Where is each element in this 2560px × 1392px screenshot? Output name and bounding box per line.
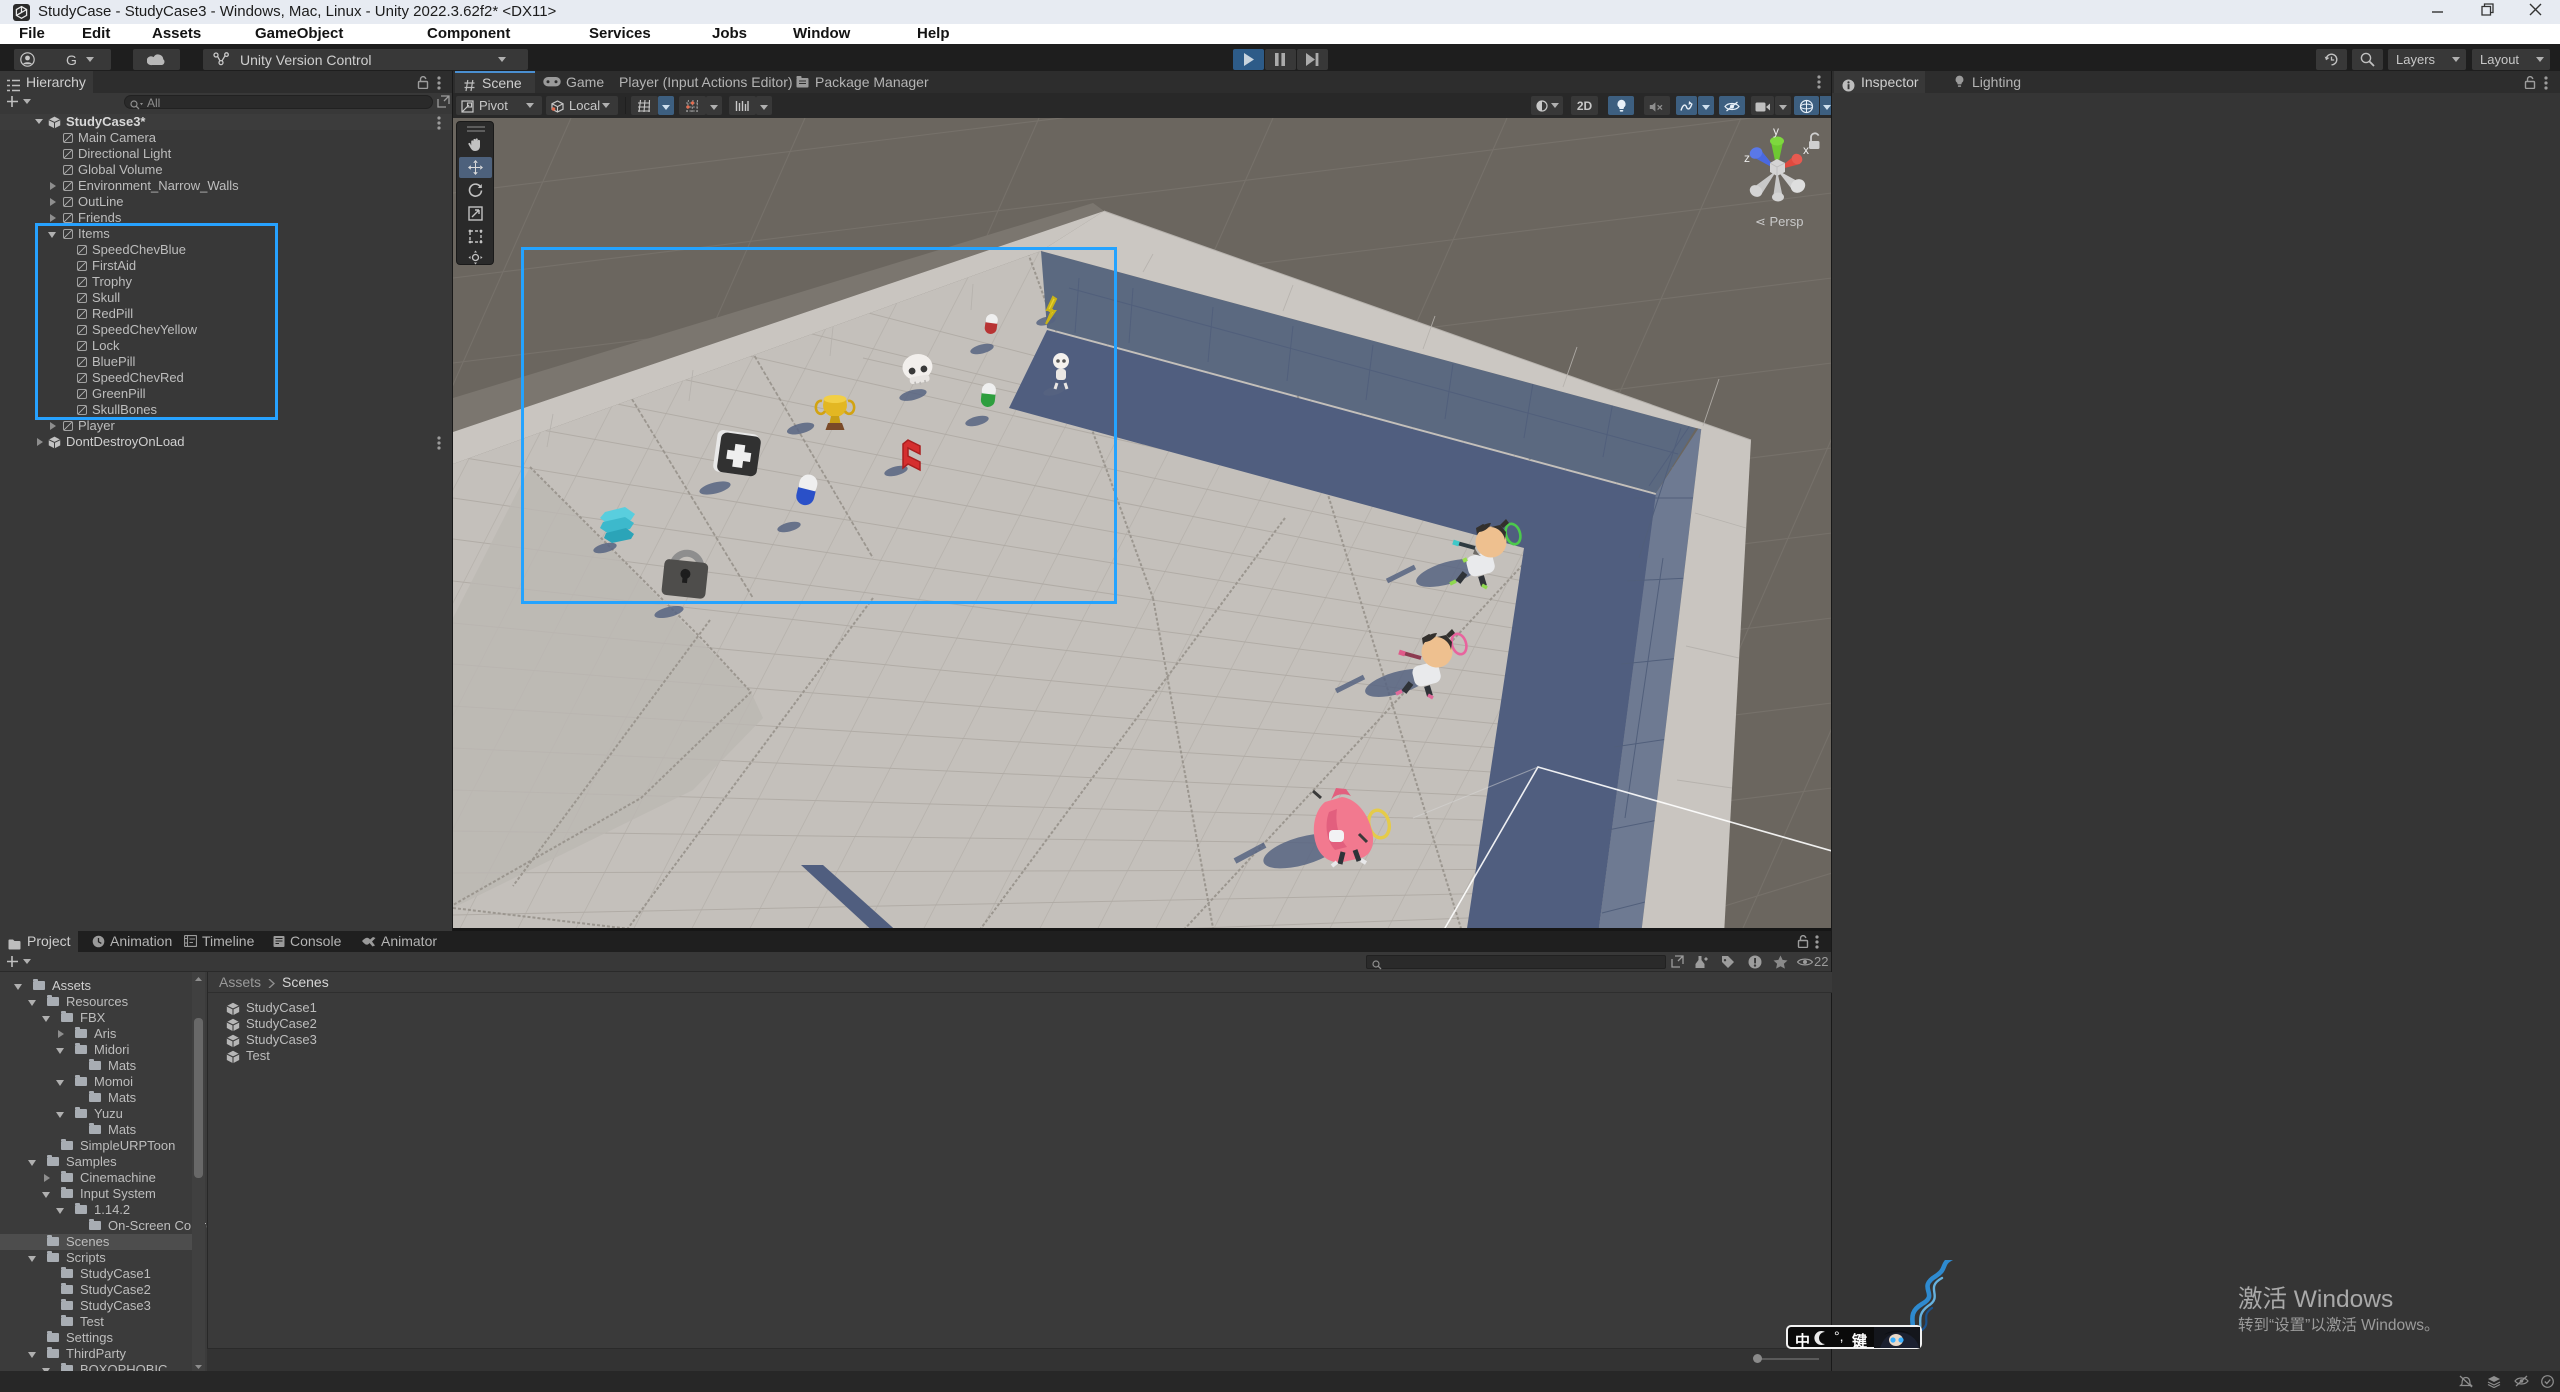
svg-text:z: z — [1744, 151, 1750, 165]
svg-text:⋖ Persp: ⋖ Persp — [1755, 214, 1803, 229]
svg-text:x: x — [1803, 143, 1809, 157]
svg-text:y: y — [1773, 124, 1779, 138]
